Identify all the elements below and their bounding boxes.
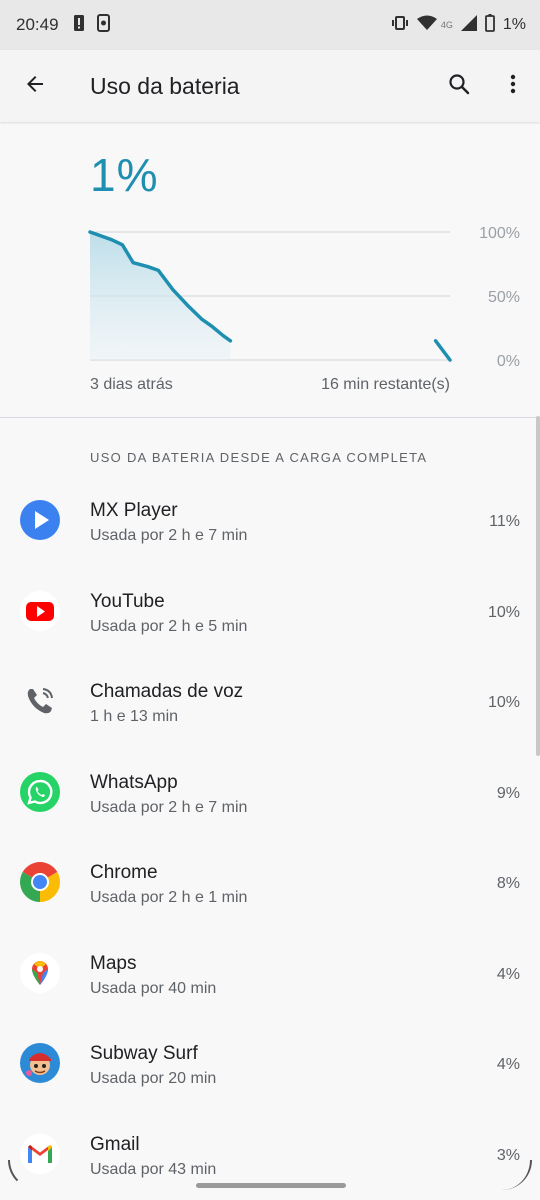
- app-percent: 8%: [496, 875, 520, 892]
- scrollbar[interactable]: [536, 416, 540, 756]
- app-name: WhatsApp: [90, 771, 178, 793]
- mx-player-icon: [20, 500, 60, 540]
- chart-y-tick-label: 100%: [479, 225, 520, 242]
- app-usage: Usada por 20 min: [90, 1070, 217, 1087]
- app-usage: Usada por 2 h e 7 min: [90, 527, 248, 544]
- app-row-youtube[interactable]: YouTube Usada por 2 h e 5 min 10%: [0, 567, 540, 658]
- maps-icon: [20, 952, 60, 993]
- screen-record-icon: [96, 13, 111, 37]
- app-name: MX Player: [90, 500, 178, 521]
- app-percent: 4%: [496, 965, 520, 983]
- youtube-icon: [20, 590, 60, 631]
- battery-icon: [484, 13, 495, 37]
- app-usage-list: MX Player Usada por 2 h e 7 min 11% YouT…: [0, 476, 540, 1200]
- app-row-chrome[interactable]: Chrome Usada por 2 h e 1 min 8%: [0, 838, 540, 929]
- app-usage: Usada por 2 h e 7 min: [90, 798, 248, 816]
- signal-icon: [460, 14, 477, 36]
- whatsapp-icon: [20, 771, 60, 812]
- app-usage: Usada por 43 min: [90, 1160, 217, 1178]
- battery-usage-content: 1% 100% 50% 0% 3 dias atrás 16 min restant…: [0, 122, 540, 1200]
- network-type: 4G: [440, 20, 453, 30]
- chart-series-line: [433, 339, 452, 362]
- search-icon: [447, 72, 471, 101]
- battery-level: 1%: [90, 149, 159, 201]
- chart-y-tick-label: 50%: [488, 289, 520, 306]
- chart-x-end-label: 16 min restante(s): [321, 376, 450, 393]
- divider: [0, 417, 540, 418]
- app-row-chamadas-de-voz[interactable]: Chamadas de voz 1 h e 13 min 10%: [0, 657, 540, 748]
- app-name: Chamadas de voz: [90, 681, 244, 702]
- subway-surf-icon: [20, 1043, 60, 1083]
- more-options-button[interactable]: [486, 50, 540, 122]
- app-row-maps[interactable]: Maps Usada por 40 min 4%: [0, 929, 540, 1020]
- chart-x-start-label: 3 dias atrás: [90, 376, 173, 393]
- app-row-subway-surf[interactable]: Subway Surf Usada por 20 min 4%: [0, 1019, 540, 1110]
- app-name: Maps: [90, 952, 137, 974]
- phone-call-icon: [20, 681, 60, 721]
- battery-percent: 1%: [502, 16, 526, 33]
- status-bar: 20:49 4G 1%: [0, 0, 540, 50]
- home-indicator[interactable]: [196, 1183, 346, 1188]
- app-name: Chrome: [90, 862, 158, 883]
- battery-chart: 100% 50% 0%: [88, 225, 520, 370]
- alert-icon: [73, 14, 85, 37]
- app-bar: Uso da bateria: [0, 50, 540, 122]
- app-usage: Usada por 2 h e 1 min: [90, 889, 248, 906]
- app-percent: 4%: [496, 1056, 520, 1073]
- more-vert-icon: [501, 72, 525, 101]
- app-usage: 1 h e 13 min: [90, 708, 179, 725]
- status-time: 20:49: [16, 15, 59, 34]
- chart-y-tick-label: 0%: [497, 353, 520, 370]
- section-header: USO DA BATERIA DESDE A CARGA COMPLETA: [90, 450, 428, 465]
- app-percent: 10%: [487, 694, 520, 711]
- app-usage: Usada por 2 h e 5 min: [90, 617, 248, 635]
- app-name: Gmail: [90, 1133, 140, 1155]
- app-usage: Usada por 40 min: [90, 979, 217, 997]
- page-title: Uso da bateria: [90, 72, 240, 99]
- back-button[interactable]: [0, 50, 70, 122]
- chrome-icon: [20, 862, 60, 902]
- search-button[interactable]: [432, 50, 486, 122]
- app-row-whatsapp[interactable]: WhatsApp Usada por 2 h e 7 min 9%: [0, 748, 540, 839]
- app-name: Subway Surf: [90, 1043, 198, 1064]
- app-percent: 11%: [489, 513, 520, 530]
- vibrate-icon: [391, 15, 409, 36]
- app-percent: 9%: [496, 784, 520, 802]
- app-name: YouTube: [90, 590, 165, 612]
- wifi-icon: [416, 15, 437, 36]
- arrow-back-icon: [23, 72, 47, 101]
- app-row-mx-player[interactable]: MX Player Usada por 2 h e 7 min 11%: [0, 476, 540, 567]
- app-percent: 10%: [487, 603, 520, 621]
